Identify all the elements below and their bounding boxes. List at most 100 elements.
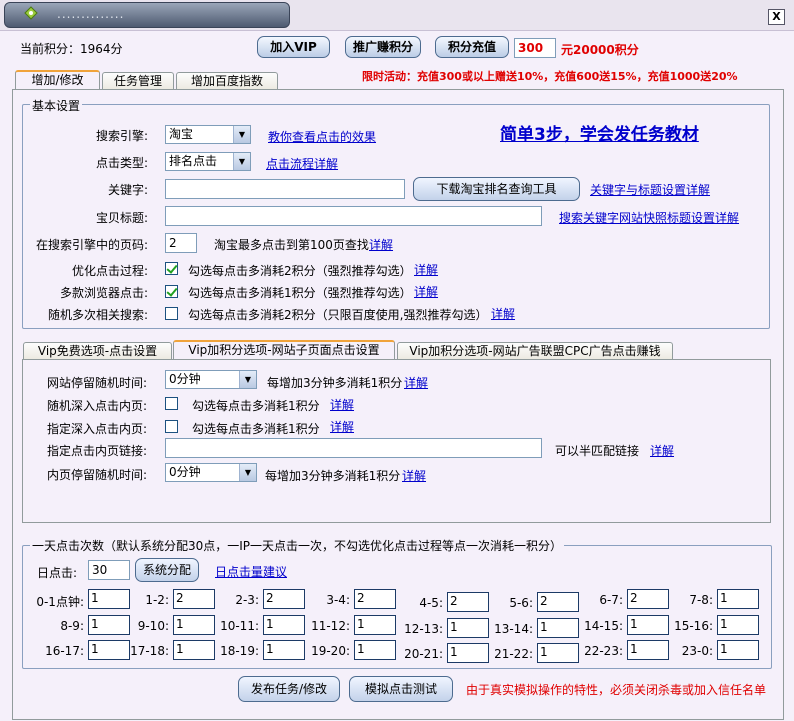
- clicks-input[interactable]: 30: [88, 560, 130, 580]
- random-label: 随机多次相关搜索:: [48, 308, 149, 322]
- page-note: 淘宝最多点击到第100页查找: [214, 238, 369, 252]
- system-assign-button[interactable]: 系统分配: [135, 558, 199, 582]
- clicks-label: 日点击:: [37, 566, 78, 580]
- hour-count-input[interactable]: 1: [173, 640, 215, 660]
- random-link[interactable]: 详解: [491, 305, 515, 322]
- keyword-link[interactable]: 关键字与标题设置详解: [590, 181, 710, 198]
- hour-label: 6-7:: [599, 593, 623, 607]
- tab-vip-cpc[interactable]: Vip加积分选项-网站广告联盟CPC广告点击赚钱: [397, 342, 673, 360]
- hour-count-input[interactable]: 1: [354, 640, 396, 660]
- recharge-amount-input[interactable]: 300: [514, 38, 556, 58]
- simulate-button[interactable]: 模拟点击测试: [349, 676, 453, 702]
- assign-link[interactable]: 详解: [330, 418, 354, 435]
- download-tool-button[interactable]: 下载淘宝排名查询工具: [413, 177, 580, 201]
- tab-add-edit[interactable]: 增加/修改: [15, 70, 100, 90]
- assign-text: 勾选每点击多消耗1积分: [192, 422, 320, 436]
- hour-count-input[interactable]: 1: [537, 643, 579, 663]
- tab-baidu-index[interactable]: 增加百度指数: [176, 72, 278, 90]
- promote-button[interactable]: 推广赚积分: [345, 36, 421, 58]
- engine-select[interactable]: 淘宝 ▼: [165, 125, 251, 144]
- hour-count-input[interactable]: 1: [447, 618, 489, 638]
- browser-label: 多款浏览器点击:: [60, 286, 149, 300]
- hour-count-input[interactable]: 1: [263, 640, 305, 660]
- keyword-input[interactable]: [165, 179, 405, 199]
- keyword-label: 关键字:: [108, 183, 149, 197]
- stay-value: 0分钟: [169, 372, 201, 386]
- hour-label: 9-10:: [137, 619, 169, 633]
- deep-checkbox[interactable]: [165, 397, 178, 410]
- hour-count-input[interactable]: 1: [354, 615, 396, 635]
- window-title: ..............: [57, 7, 125, 21]
- click-type-label: 点击类型:: [96, 156, 149, 170]
- page-input[interactable]: 2: [165, 233, 197, 253]
- hour-count-input[interactable]: 1: [173, 615, 215, 635]
- hour-count-input[interactable]: 2: [627, 589, 669, 609]
- publish-button[interactable]: 发布任务/修改: [238, 676, 340, 702]
- hour-count-input[interactable]: 1: [537, 618, 579, 638]
- hour-count-input[interactable]: 1: [627, 615, 669, 635]
- stay-link[interactable]: 详解: [404, 374, 428, 391]
- hour-label: 17-18:: [130, 644, 169, 658]
- deep-text: 勾选每点击多消耗1积分: [192, 399, 320, 413]
- tutorial-link[interactable]: 简单3步，学会发任务教材: [500, 120, 699, 145]
- promo-text: 限时活动：充值300或以上赠送10%，充值600送15%，充值1000送20%: [362, 70, 738, 83]
- hour-count-input[interactable]: 1: [717, 640, 759, 660]
- hour-label: 4-5:: [419, 596, 443, 610]
- deep-label: 随机深入点击内页:: [47, 399, 148, 413]
- engine-value: 淘宝: [169, 127, 194, 141]
- hour-label: 2-3:: [235, 593, 259, 607]
- chevron-down-icon: ▼: [239, 464, 256, 481]
- page-link[interactable]: 详解: [369, 236, 393, 253]
- hour-count-input[interactable]: 1: [717, 589, 759, 609]
- hour-label: 3-4:: [326, 593, 350, 607]
- hour-label: 15-16:: [674, 619, 713, 633]
- hour-count-input[interactable]: 2: [537, 592, 579, 612]
- link-input[interactable]: [165, 438, 542, 458]
- assign-checkbox[interactable]: [165, 420, 178, 433]
- optimize-label: 优化点击过程:: [72, 264, 149, 278]
- click-type-select[interactable]: 排名点击 ▼: [165, 152, 251, 171]
- hour-count-input[interactable]: 1: [447, 643, 489, 663]
- link-note: 可以半匹配链接: [555, 444, 640, 458]
- daily-clicks-title: 一天点击次数（默认系统分配30点，一IP一天点击一次，不勾选优化点击过程等点一次…: [30, 537, 565, 554]
- advice-link[interactable]: 日点击量建议: [215, 563, 287, 580]
- hour-label: 20-21:: [404, 647, 443, 661]
- item-title-input[interactable]: [165, 206, 542, 226]
- hour-count-input[interactable]: 1: [263, 615, 305, 635]
- recharge-button[interactable]: 积分充值: [435, 36, 509, 58]
- hour-count-input[interactable]: 1: [88, 640, 130, 660]
- hour-label: 11-12:: [311, 619, 350, 633]
- window-title-area: ..............: [4, 2, 290, 28]
- hour-count-input[interactable]: 1: [88, 589, 130, 609]
- hour-count-input[interactable]: 1: [627, 640, 669, 660]
- optimize-checkbox[interactable]: [165, 262, 178, 275]
- browser-link[interactable]: 详解: [414, 283, 438, 300]
- deep-link[interactable]: 详解: [330, 396, 354, 413]
- close-button[interactable]: X: [768, 9, 785, 25]
- engine-link[interactable]: 教你查看点击的效果: [268, 128, 376, 145]
- inner-note: 每增加3分钟多消耗1积分: [265, 469, 401, 483]
- hour-count-input[interactable]: 2: [354, 589, 396, 609]
- basic-settings-title: 基本设置: [30, 97, 83, 114]
- hour-label: 13-14:: [494, 622, 533, 636]
- tab-vip-free[interactable]: Vip免费选项-点击设置: [23, 342, 172, 360]
- inner-select[interactable]: 0分钟 ▼: [165, 463, 257, 482]
- stay-select[interactable]: 0分钟 ▼: [165, 370, 257, 389]
- hour-count-input[interactable]: 2: [173, 589, 215, 609]
- item-title-link[interactable]: 搜索关键字网站快照标题设置详解: [559, 209, 739, 226]
- hour-count-input[interactable]: 2: [263, 589, 305, 609]
- click-type-link[interactable]: 点击流程详解: [266, 155, 338, 172]
- hour-count-input[interactable]: 2: [447, 592, 489, 612]
- tab-vip-subpage[interactable]: Vip加积分选项-网站子页面点击设置: [173, 340, 395, 360]
- browser-checkbox[interactable]: [165, 285, 178, 298]
- inner-link[interactable]: 详解: [402, 467, 426, 484]
- hour-count-input[interactable]: 1: [88, 615, 130, 635]
- current-points-label: 当前积分：1964分: [20, 42, 123, 56]
- hour-label: 23-0:: [681, 644, 713, 658]
- tab-task-manage[interactable]: 任务管理: [102, 72, 174, 90]
- link-link[interactable]: 详解: [650, 442, 674, 459]
- hour-count-input[interactable]: 1: [717, 615, 759, 635]
- optimize-link[interactable]: 详解: [414, 261, 438, 278]
- join-vip-button[interactable]: 加入VIP: [257, 36, 330, 58]
- random-checkbox[interactable]: [165, 307, 178, 320]
